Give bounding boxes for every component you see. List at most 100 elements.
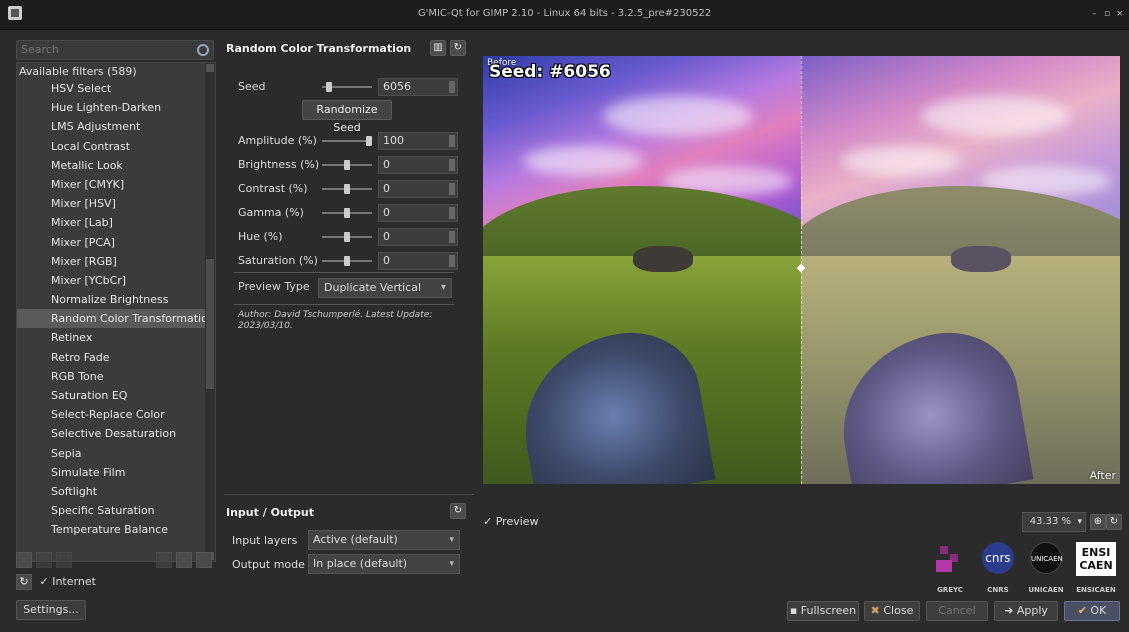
filter-item[interactable]: Sepia [17,444,215,463]
close-icon: ✖ [870,604,884,617]
filter-item[interactable]: Mixer [HSV] [17,194,215,213]
preview-toggle[interactable]: ✓ Preview [483,515,539,528]
filter-item[interactable]: Mixer [PCA] [17,233,215,252]
param-field[interactable]: 0 [378,156,458,174]
search-icon[interactable] [197,44,209,56]
fave-icon[interactable]: ▥ [430,40,446,56]
param-slider-knob[interactable] [344,256,350,266]
param-spinner[interactable] [449,255,455,267]
close-button[interactable]: ✖ Close [864,601,920,621]
fullscreen-label: Fullscreen [800,604,857,617]
filter-item[interactable]: Normalize Brightness [17,290,215,309]
visibility-icon[interactable] [156,552,172,568]
search-box[interactable] [16,40,214,60]
param-field[interactable]: 0 [378,228,458,246]
internet-checkbox[interactable]: ✓ [40,575,49,588]
filter-title: Random Color Transformation [226,42,412,55]
filter-item[interactable]: HSV Select [17,79,215,98]
splitter[interactable] [224,494,474,495]
preview-checkbox[interactable]: ✓ [483,515,492,528]
filter-item[interactable]: LMS Adjustment [17,117,215,136]
param-slider[interactable] [322,140,372,142]
param-slider-knob[interactable] [366,136,372,146]
rock [633,246,693,272]
seed-slider-knob[interactable] [326,82,333,92]
seed-spinner[interactable] [449,81,455,93]
param-slider-knob[interactable] [344,160,350,170]
filter-item[interactable]: Mixer [Lab] [17,213,215,232]
param-field[interactable]: 100 [378,132,458,150]
preview-image[interactable]: Before Seed: #6056 After ◆ [483,56,1120,484]
ok-button[interactable]: ✔ OK [1064,601,1120,621]
filter-item[interactable]: Softlight [17,482,215,501]
fullscreen-button[interactable]: ▪ Fullscreen [787,601,859,621]
search-input[interactable] [17,41,187,58]
filter-item[interactable]: Simulate Film [17,463,215,482]
io-reset-icon[interactable]: ↻ [450,503,466,519]
zoom-select[interactable]: 43.33 % ▾ [1022,512,1086,532]
param-spinner[interactable] [449,135,455,147]
maximize-button[interactable]: ▫ [1104,9,1110,19]
param-field[interactable]: 0 [378,252,458,270]
param-slider-knob[interactable] [344,184,350,194]
cancel-button[interactable]: Cancel [926,601,988,621]
seed-field[interactable]: 6056 [378,78,458,96]
filter-item[interactable]: Retro Fade [17,348,215,367]
param-row: Contrast (%) 0 [238,180,458,198]
param-slider-knob[interactable] [344,208,350,218]
filter-item[interactable]: Saturation EQ [17,386,215,405]
zoom-in-icon[interactable]: ⊕ [1090,514,1106,530]
expand-collapse-icon[interactable] [176,552,192,568]
filter-tree[interactable]: Available filters (589) HSV Select Hue Li… [16,62,216,562]
filter-item[interactable]: Specific Saturation [17,501,215,520]
filter-item[interactable]: Random Color Transformation [17,309,215,329]
param-field[interactable]: 0 [378,180,458,198]
logo-square [940,546,948,554]
param-field[interactable]: 0 [378,204,458,222]
filter-item[interactable]: Mixer [RGB] [17,252,215,271]
filter-item[interactable]: Retinex [17,328,215,347]
rename-fave-icon[interactable] [56,552,72,568]
param-label: Gamma (%) [238,206,304,219]
filter-item[interactable]: Temperature Balance [17,520,215,539]
filter-item[interactable]: Local Contrast [17,137,215,156]
refresh-icon[interactable]: ↻ [16,574,32,590]
remove-fave-icon[interactable] [36,552,52,568]
filter-item[interactable]: Selective Desaturation [17,424,215,443]
filter-item[interactable]: Mixer [YCbCr] [17,271,215,290]
filter-item[interactable]: Hue Lighten-Darken [17,98,215,117]
filter-scrollbar[interactable] [205,63,215,561]
filter-parameters-panel: Random Color Transformation ▥ ↻ Seed 605… [222,32,476,628]
param-spinner[interactable] [449,231,455,243]
close-window-button[interactable]: × [1116,9,1124,19]
scroll-up-arrow[interactable] [206,64,214,72]
split-handle-icon[interactable]: ◆ [795,262,807,274]
param-spinner[interactable] [449,183,455,195]
ok-icon: ✔ [1077,604,1091,617]
settings-button[interactable]: Settings... [16,600,86,620]
apply-button[interactable]: ➜ Apply [994,601,1058,621]
filter-item[interactable]: Mixer [CMYK] [17,175,215,194]
param-slider-knob[interactable] [344,232,350,242]
download-icon[interactable] [196,552,212,568]
output-mode-select[interactable]: In place (default) ▾ [308,554,460,574]
preview-type-select[interactable]: Duplicate Vertical ▾ [318,278,452,298]
cnrs-logo: cnrs CNRS [978,540,1018,594]
filters-header[interactable]: Available filters (589) [17,63,215,79]
filter-item[interactable]: Select-Replace Color [17,405,215,424]
minimize-button[interactable]: – [1092,9,1097,19]
param-value: 0 [383,158,390,171]
param-spinner[interactable] [449,159,455,171]
scrollbar-thumb[interactable] [206,259,214,389]
reset-params-icon[interactable]: ↻ [450,40,466,56]
ensicaen-mark: ENSI CAEN [1076,542,1116,576]
randomize-seed-button[interactable]: Randomize Seed [302,100,392,134]
add-fave-icon[interactable] [16,552,32,568]
before-half: Before Seed: #6056 [483,56,801,484]
refresh-preview-icon[interactable]: ↻ [1106,514,1122,530]
zoom-value: 43.33 % [1029,516,1071,527]
filter-item[interactable]: Metallic Look [17,156,215,175]
param-spinner[interactable] [449,207,455,219]
input-layers-select[interactable]: Active (default) ▾ [308,530,460,550]
filter-item[interactable]: RGB Tone [17,367,215,386]
